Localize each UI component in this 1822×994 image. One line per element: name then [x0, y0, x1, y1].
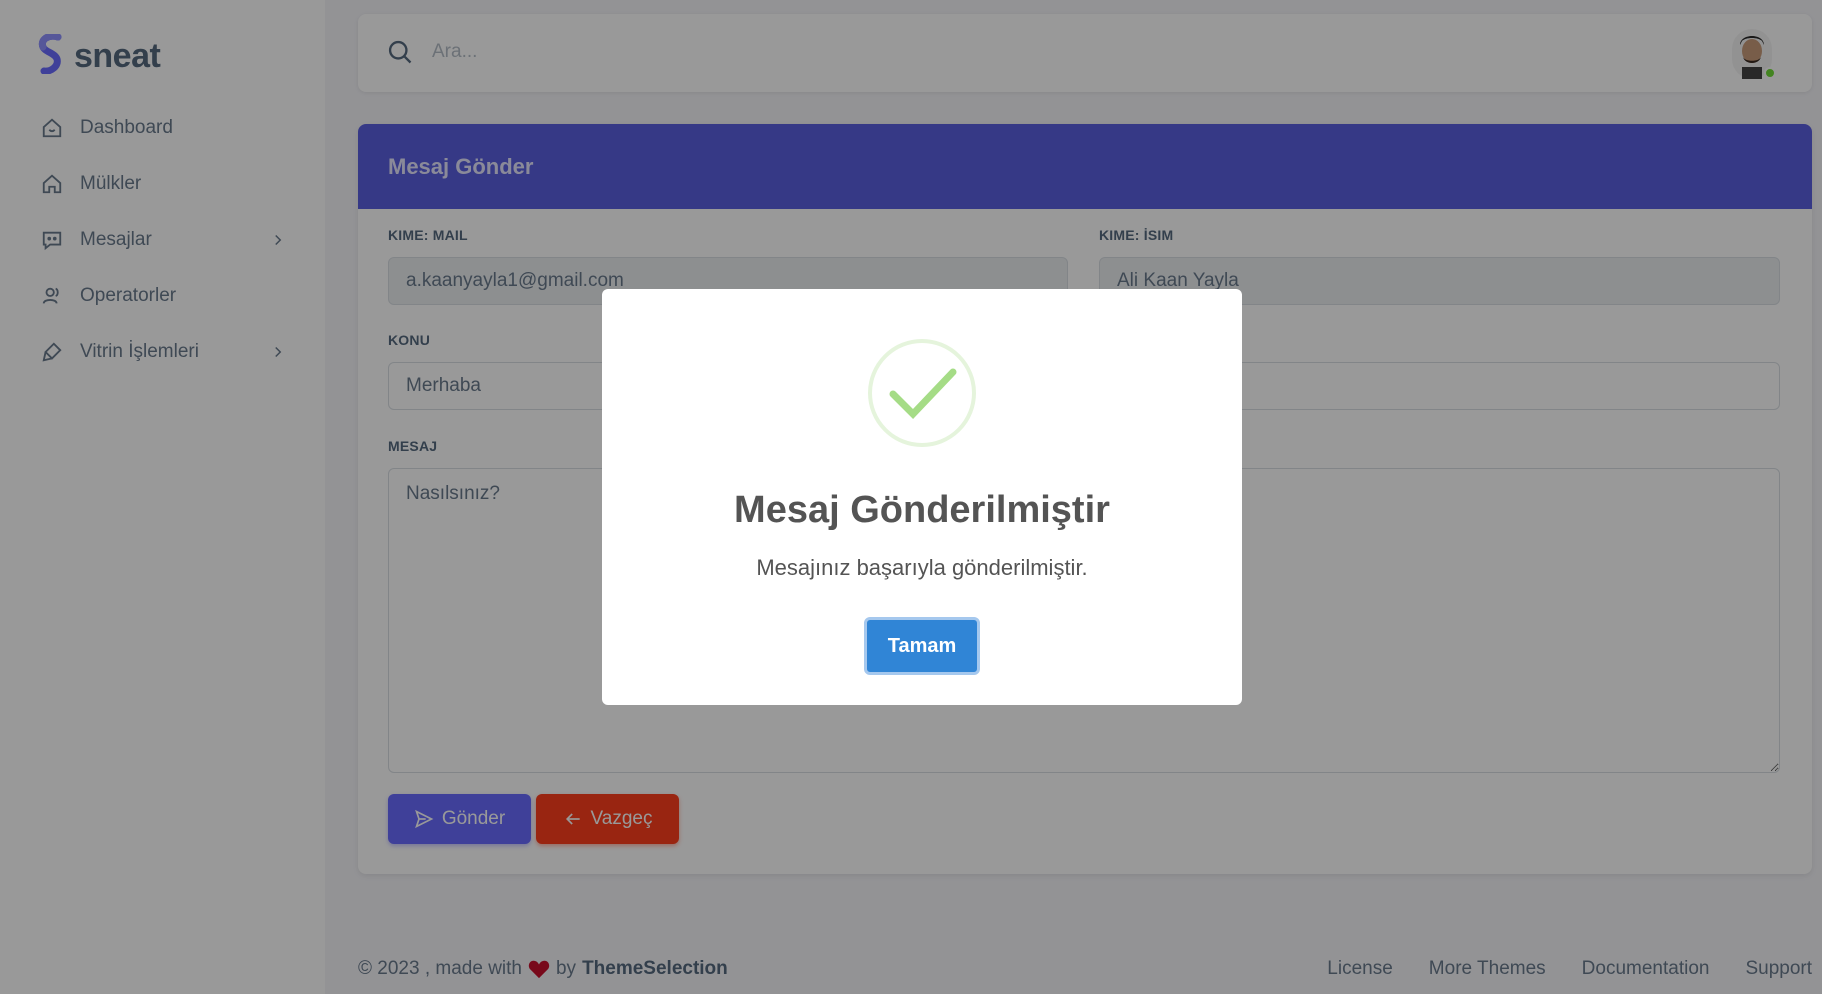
- modal-text: Mesajınız başarıyla gönderilmiştir.: [756, 555, 1088, 580]
- modal-title: Mesaj Gönderilmiştir: [734, 489, 1110, 531]
- success-check-icon: [868, 339, 976, 447]
- confirm-button[interactable]: Tamam: [864, 617, 980, 675]
- success-modal: Mesaj Gönderilmiştir Mesajınız başarıyla…: [602, 289, 1242, 705]
- modal-backdrop[interactable]: Mesaj Gönderilmiştir Mesajınız başarıyla…: [0, 0, 1822, 994]
